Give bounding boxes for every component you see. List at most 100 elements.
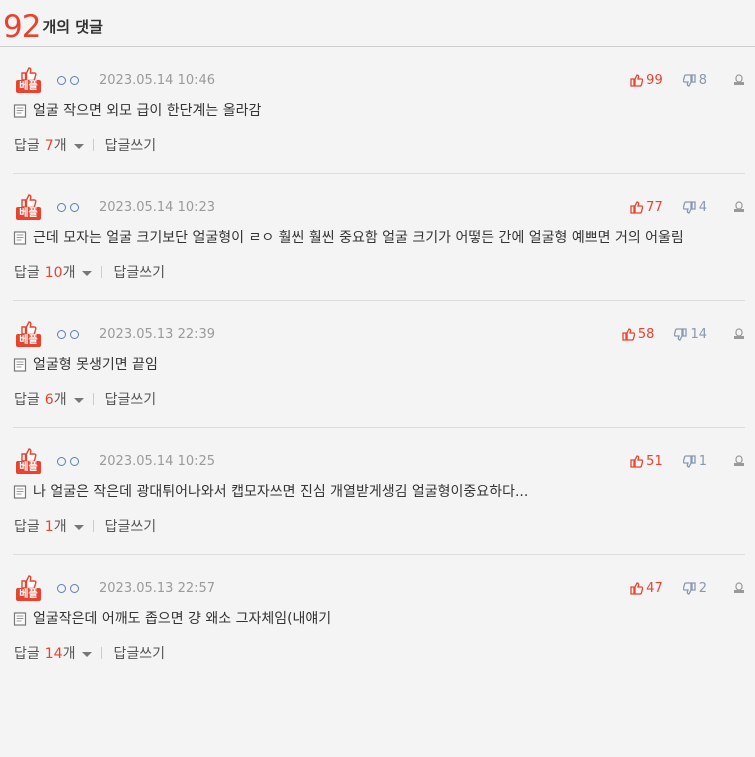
thumbs-down-icon [674,327,690,341]
best-thumb-icon [20,575,37,589]
comment-date: 2023.05.13 22:57 [99,580,216,596]
downvote-button[interactable]: 8 [682,73,707,88]
write-reply-button[interactable]: 답글쓰기 [105,135,157,155]
best-badge-label: 베플 [16,461,41,474]
report-icon[interactable] [733,201,745,213]
comment-meta: 베플 2023.05.13 22:57 47 2 [13,555,745,607]
reply-count: 14개 [44,646,76,662]
report-icon[interactable] [733,582,745,594]
thumbs-up-icon [622,327,638,341]
comments-header: 92 개의 댓글 [0,0,755,47]
report-icon[interactable] [733,455,745,467]
comment-item: 베플 2023.05.14 10:23 77 4 근데 모자는 얼굴 크기보단 … [13,174,745,301]
upvote-button[interactable]: 99 [630,73,663,88]
nick-char [57,329,66,339]
nick-char [70,329,79,339]
thumbs-up-icon [630,454,646,468]
author-name[interactable] [57,456,79,466]
nick-char [70,583,79,593]
author-name[interactable] [57,202,79,212]
best-comment-badge: 베플 [13,67,44,93]
chevron-down-icon [73,397,84,403]
downvote-button[interactable]: 4 [682,200,707,215]
comment-meta: 베플 2023.05.14 10:25 51 1 [13,428,745,480]
divider [101,647,103,659]
upvote-button[interactable]: 77 [630,200,663,215]
comment-item: 베플 2023.05.13 22:57 47 2 얼굴작은데 어깨도 좁으면 걍… [13,555,745,681]
downvote-button[interactable]: 14 [674,327,707,342]
report-icon[interactable] [733,328,745,340]
write-reply-button[interactable]: 답글쓰기 [113,643,165,663]
downvote-button[interactable]: 2 [682,580,707,596]
upvote-button[interactable]: 51 [630,454,663,469]
chevron-down-icon [82,270,93,276]
reply-bar: 답글 6개 답글쓰기 [13,377,745,427]
nick-char [70,456,79,466]
document-icon [13,353,33,377]
comment-date: 2023.05.14 10:23 [99,199,216,215]
reply-label: 답글 [14,138,40,154]
comment-date: 2023.05.13 22:39 [99,326,216,342]
best-badge-label: 베플 [16,588,41,601]
downvote-button[interactable]: 1 [682,454,707,469]
comment-body: 얼굴작은데 어깨도 좁으면 걍 왜소 그자체임(내얘기 [13,607,745,631]
reply-toggle[interactable]: 답글 7개 [14,135,84,155]
comment-body: 근데 모자는 얼굴 크기보단 얼굴형이 ㄹㅇ 훨씬 훨씬 중요함 얼굴 크기가 … [13,226,745,250]
comment-date: 2023.05.14 10:25 [99,453,216,469]
comment-item: 베플 2023.05.13 22:39 58 14 얼굴형 못생기면 끝임 답글… [13,301,745,428]
author-name[interactable] [57,329,79,339]
upvote-button[interactable]: 58 [622,326,655,342]
thumbs-down-icon [682,454,699,468]
comment-meta: 베플 2023.05.14 10:23 77 4 [13,174,745,226]
upvote-button[interactable]: 47 [630,581,663,596]
reply-bar: 답글 1개 답글쓰기 [13,504,745,554]
thumbs-down-icon [682,200,699,214]
report-icon[interactable] [733,74,745,86]
downvote-count: 2 [698,580,707,596]
comment-actions: 47 2 [630,581,745,596]
chevron-down-icon [82,651,93,657]
upvote-count: 77 [646,199,663,215]
write-reply-button[interactable]: 답글쓰기 [105,516,157,536]
divider [92,393,94,405]
thumbs-down-icon [682,73,699,87]
nick-char [57,456,66,466]
comment-text: 근데 모자는 얼굴 크기보단 얼굴형이 ㄹㅇ 훨씬 훨씬 중요함 얼굴 크기가 … [33,230,684,246]
reply-bar: 답글 10개 답글쓰기 [13,250,745,300]
downvote-count: 14 [690,326,707,342]
comment-body: 얼굴 작으면 외모 급이 한단계는 올라감 [13,99,745,123]
reply-bar: 답글 14개 답글쓰기 [13,631,745,681]
write-reply-button[interactable]: 답글쓰기 [113,262,165,282]
comment-item: 베플 2023.05.14 10:25 51 1 나 얼굴은 작은데 광대튀어나… [13,428,745,555]
thumbs-down-icon [682,581,699,595]
upvote-count: 51 [646,453,663,469]
comment-actions: 51 1 [630,454,745,469]
reply-toggle[interactable]: 답글 1개 [14,516,84,536]
comment-list: 베플 2023.05.14 10:46 99 8 얼굴 작으면 외모 급이 한단… [0,47,755,681]
reply-toggle[interactable]: 답글 6개 [14,389,84,409]
reply-toggle[interactable]: 답글 14개 [14,643,93,663]
best-badge-label: 베플 [16,80,41,93]
author-name[interactable] [57,583,79,593]
chevron-down-icon [73,143,84,149]
write-reply-button[interactable]: 답글쓰기 [105,389,157,409]
best-badge-label: 베플 [16,207,41,220]
reply-count: 1개 [44,519,67,535]
thumbs-up-icon [630,73,646,87]
divider [92,139,94,151]
best-thumb-icon [20,321,37,335]
upvote-count: 58 [637,326,655,342]
nick-char [57,583,66,593]
nick-char [57,75,66,85]
comment-date: 2023.05.14 10:46 [99,72,216,88]
thumbs-up-icon [630,581,646,595]
comment-meta: 베플 2023.05.14 10:46 99 8 [13,47,745,99]
author-name[interactable] [57,75,79,85]
reply-toggle[interactable]: 답글 10개 [14,262,93,282]
comment-count: 92 [3,9,41,45]
comment-item: 베플 2023.05.14 10:46 99 8 얼굴 작으면 외모 급이 한단… [13,47,745,174]
nick-char [57,202,66,212]
reply-label: 답글 [14,392,40,408]
comment-actions: 77 4 [630,200,745,215]
best-comment-badge: 베플 [13,575,44,601]
